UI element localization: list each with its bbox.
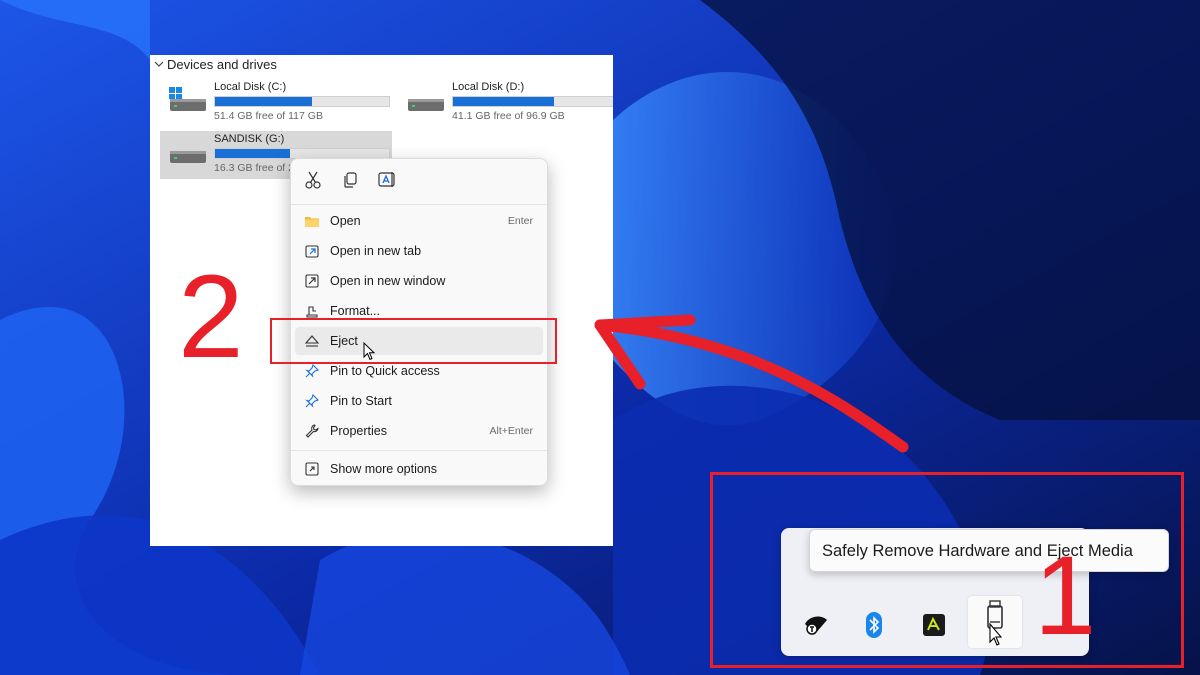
menu-label: Pin to Quick access [330, 364, 440, 378]
menu-label: Format... [330, 304, 381, 318]
menu-label: Open in new tab [330, 244, 422, 258]
drive-usage-fill [215, 97, 313, 106]
annotation-step-2: 2 [178, 251, 244, 383]
more-options-icon [305, 462, 319, 476]
drive-c[interactable]: Local Disk (C:) 51.4 GB free of 117 GB [160, 79, 400, 127]
wrench-icon [305, 424, 319, 438]
menu-label: Open in new window [330, 274, 446, 288]
menu-label: Pin to Start [330, 394, 392, 408]
menu-item-open-new-tab[interactable]: Open in new tab [295, 237, 543, 265]
quick-actions-bar [291, 159, 547, 201]
annotation-highlight-eject [270, 318, 557, 364]
section-title: Devices and drives [167, 56, 277, 72]
drive-free-space: 16.3 GB free of 2 [214, 162, 294, 174]
drive-free-space: 51.4 GB free of 117 GB [214, 110, 323, 122]
folder-icon [305, 217, 319, 227]
drive-name: SANDISK (G:) [214, 133, 285, 145]
menu-item-open-new-window[interactable]: Open in new window [295, 267, 543, 295]
format-icon [306, 306, 318, 318]
drive-usage-bar [214, 96, 390, 107]
pin-icon [305, 363, 320, 378]
annotation-highlight-tray [710, 472, 1184, 668]
menu-shortcut: Enter [507, 215, 533, 227]
menu-label: Open [330, 214, 361, 228]
menu-label: Show more options [330, 462, 438, 476]
drive-icon [408, 99, 444, 111]
menu-separator [291, 204, 547, 205]
chevron-down-icon [154, 61, 164, 67]
new-tab-icon [305, 245, 319, 258]
menu-item-show-more-options[interactable]: Show more options [295, 455, 543, 483]
usb-drive-icon [170, 151, 206, 163]
drive-usage-fill [453, 97, 554, 106]
drive-usage-fill [215, 149, 290, 158]
menu-label: Properties [330, 424, 387, 438]
menu-shortcut: Alt+Enter [489, 425, 533, 437]
annotation-step-1: 1 [1034, 533, 1097, 658]
windows-drive-icon [169, 87, 206, 111]
drive-name: Local Disk (D:) [452, 81, 525, 93]
menu-separator [291, 450, 547, 451]
new-window-icon [305, 274, 319, 288]
menu-item-open[interactable]: Open Enter [295, 207, 543, 235]
pin-icon [305, 393, 320, 408]
copy-icon[interactable] [339, 169, 361, 191]
drive-free-space: 41.1 GB free of 96.9 GB [452, 110, 565, 122]
drive-usage-bar [452, 96, 613, 107]
cut-icon[interactable] [302, 169, 324, 191]
menu-item-properties[interactable]: Properties Alt+Enter [295, 417, 543, 445]
drive-d[interactable]: Local Disk (D:) 41.1 GB free of 96.9 GB [398, 79, 613, 127]
rename-icon[interactable] [376, 169, 398, 191]
devices-section-header[interactable]: Devices and drives [150, 55, 613, 73]
menu-item-pin-start[interactable]: Pin to Start [295, 387, 543, 415]
drive-name: Local Disk (C:) [214, 81, 287, 93]
